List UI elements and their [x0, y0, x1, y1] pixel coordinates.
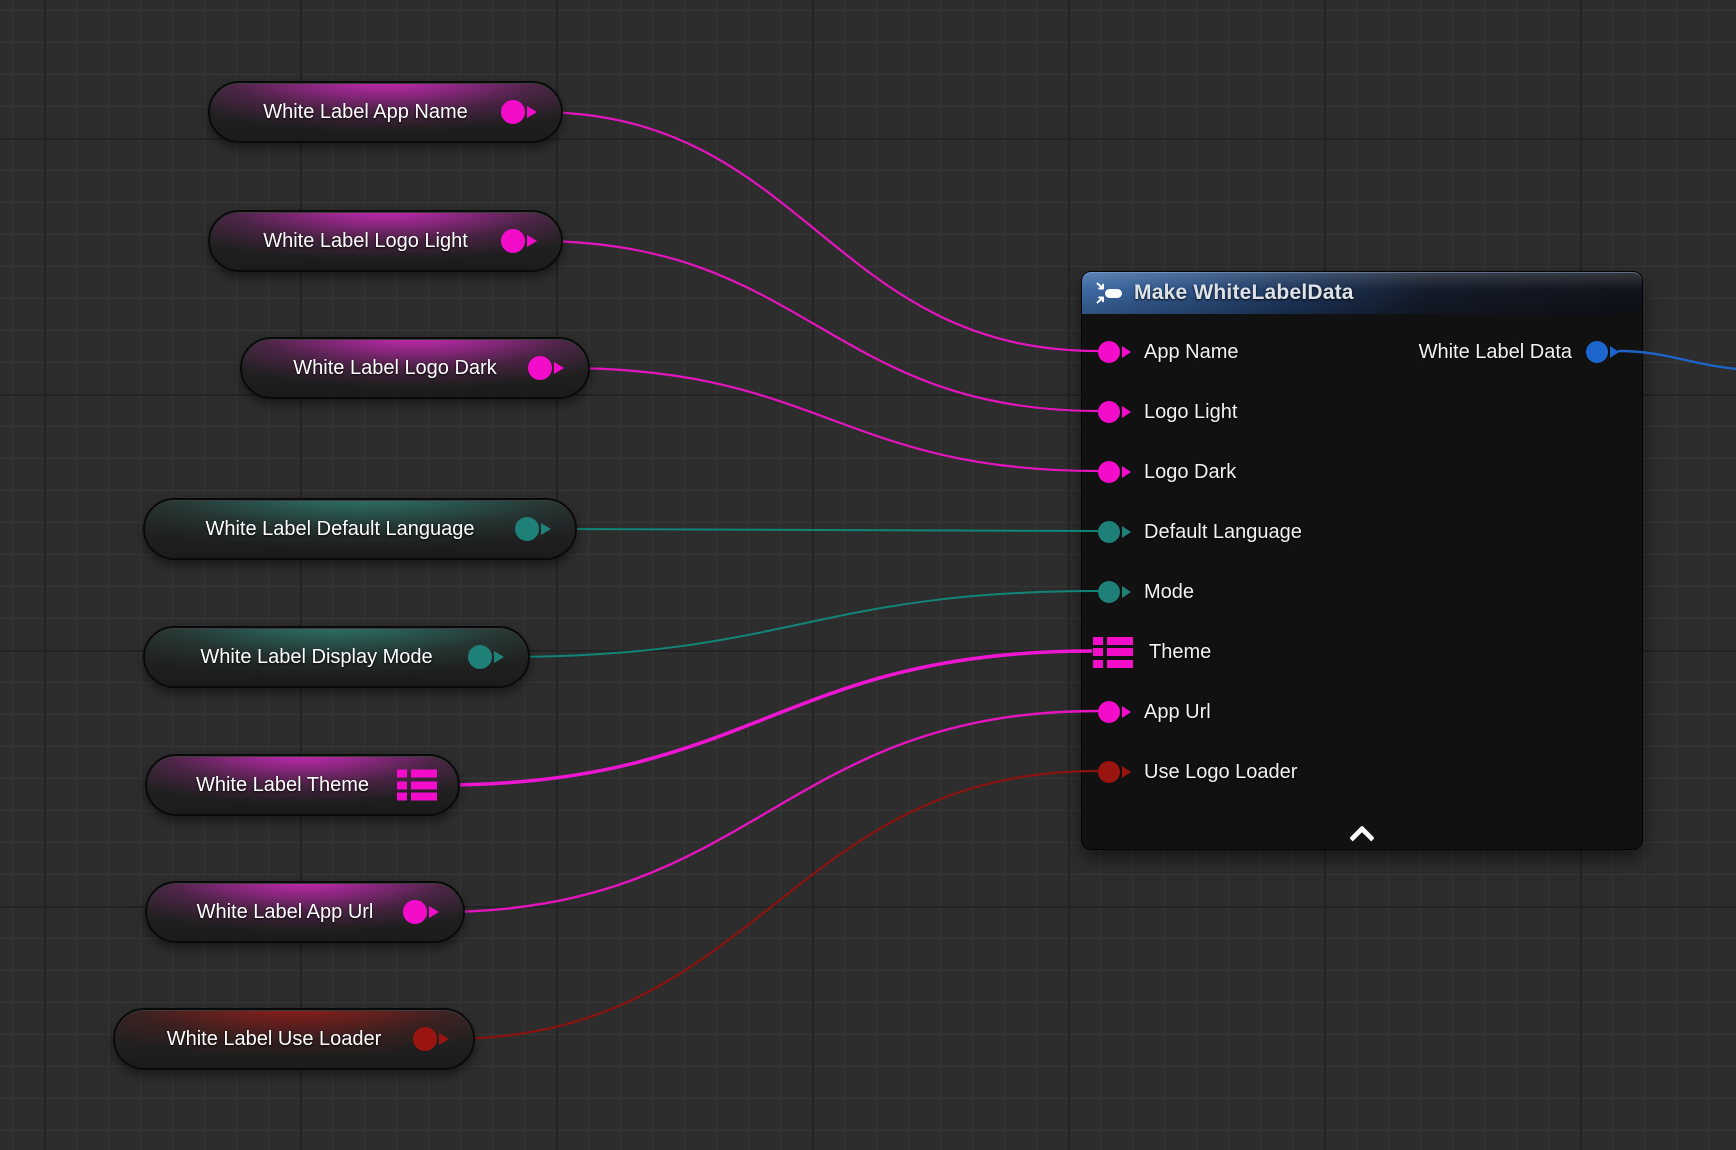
input-pin-string[interactable]	[1098, 341, 1120, 363]
blueprint-graph-canvas[interactable]: White Label App Name White Label Logo Li…	[0, 0, 1736, 1150]
variable-node-label: White Label Use Loader	[167, 1028, 382, 1051]
output-pin-string[interactable]	[515, 517, 539, 541]
variable-node-label: White Label Default Language	[205, 518, 474, 541]
input-pin-row-default-language[interactable]: Default Language	[1082, 502, 1642, 562]
wire-default-language[interactable]	[551, 529, 1098, 531]
output-pin-row-white-label-data[interactable]: White Label Data	[1419, 322, 1608, 382]
input-pin-label: App Name	[1144, 341, 1239, 364]
variable-node-label: White Label Logo Dark	[293, 357, 496, 380]
input-pin-label: Use Logo Loader	[1144, 761, 1297, 784]
variable-node-white-label-app-url[interactable]: White Label App Url	[145, 881, 465, 943]
output-pin-struct[interactable]	[397, 770, 437, 801]
variable-node-white-label-use-loader[interactable]: White Label Use Loader	[113, 1008, 475, 1070]
output-pin-boolean[interactable]	[413, 1027, 437, 1051]
make-node-body: White Label Data App Name Logo Light Log…	[1082, 314, 1642, 851]
input-pin-row-use-logo-loader[interactable]: Use Logo Loader	[1082, 742, 1642, 802]
output-pin-string[interactable]	[403, 900, 427, 924]
input-pin-label: Mode	[1144, 581, 1194, 604]
wire-display-mode[interactable]	[504, 591, 1098, 657]
variable-node-white-label-display-mode[interactable]: White Label Display Mode	[143, 626, 530, 688]
variable-node-white-label-default-language[interactable]: White Label Default Language	[143, 498, 577, 560]
wire-theme[interactable]	[441, 651, 1092, 785]
variable-node-white-label-logo-light[interactable]: White Label Logo Light	[208, 210, 563, 272]
input-pin-row-theme[interactable]: Theme	[1082, 622, 1642, 682]
input-pin-row-app-url[interactable]: App Url	[1082, 682, 1642, 742]
variable-node-label: White Label Logo Light	[263, 230, 468, 253]
wire-logo-light[interactable]	[537, 241, 1098, 411]
make-node-header[interactable]: Make WhiteLabelData	[1082, 272, 1642, 314]
variable-node-label: White Label App Name	[263, 101, 468, 124]
input-pin-label: App Url	[1144, 701, 1211, 724]
output-pin-string[interactable]	[501, 229, 525, 253]
output-pin-struct-blue[interactable]	[1586, 341, 1608, 363]
output-pin-label: White Label Data	[1419, 341, 1572, 364]
input-pin-string[interactable]	[1098, 701, 1120, 723]
input-pin-string[interactable]	[1098, 461, 1120, 483]
input-pin-label: Logo Light	[1144, 401, 1237, 424]
collapse-node-chevron-icon[interactable]	[1349, 825, 1375, 841]
input-pin-enum[interactable]	[1098, 581, 1120, 603]
variable-node-white-label-app-name[interactable]: White Label App Name	[208, 81, 563, 143]
variable-node-label: White Label Theme	[196, 774, 369, 797]
variable-node-label: White Label App Url	[197, 901, 374, 924]
wire-app-name[interactable]	[537, 112, 1098, 351]
wire-logo-dark[interactable]	[564, 368, 1098, 471]
output-pin-string[interactable]	[528, 356, 552, 380]
wire-use-loader[interactable]	[449, 771, 1098, 1039]
input-pin-row-logo-light[interactable]: Logo Light	[1082, 382, 1642, 442]
output-pin-string[interactable]	[501, 100, 525, 124]
output-pin-enum[interactable]	[468, 645, 492, 669]
input-pin-row-logo-dark[interactable]: Logo Dark	[1082, 442, 1642, 502]
variable-node-white-label-theme[interactable]: White Label Theme	[145, 754, 460, 816]
input-pin-label: Theme	[1149, 641, 1211, 664]
make-node-title: Make WhiteLabelData	[1134, 281, 1354, 305]
input-pin-label: Logo Dark	[1144, 461, 1236, 484]
make-whitelabeldata-node[interactable]: Make WhiteLabelData White Label Data App…	[1081, 271, 1643, 850]
variable-node-label: White Label Display Mode	[200, 646, 432, 669]
wire-app-url[interactable]	[439, 711, 1098, 912]
make-struct-icon	[1096, 282, 1124, 304]
input-pin-boolean[interactable]	[1098, 761, 1120, 783]
input-pin-string[interactable]	[1098, 521, 1120, 543]
input-pin-label: Default Language	[1144, 521, 1302, 544]
input-pin-struct[interactable]	[1093, 637, 1133, 668]
input-pin-string[interactable]	[1098, 401, 1120, 423]
variable-node-white-label-logo-dark[interactable]: White Label Logo Dark	[240, 337, 590, 399]
input-pin-row-mode[interactable]: Mode	[1082, 562, 1642, 622]
